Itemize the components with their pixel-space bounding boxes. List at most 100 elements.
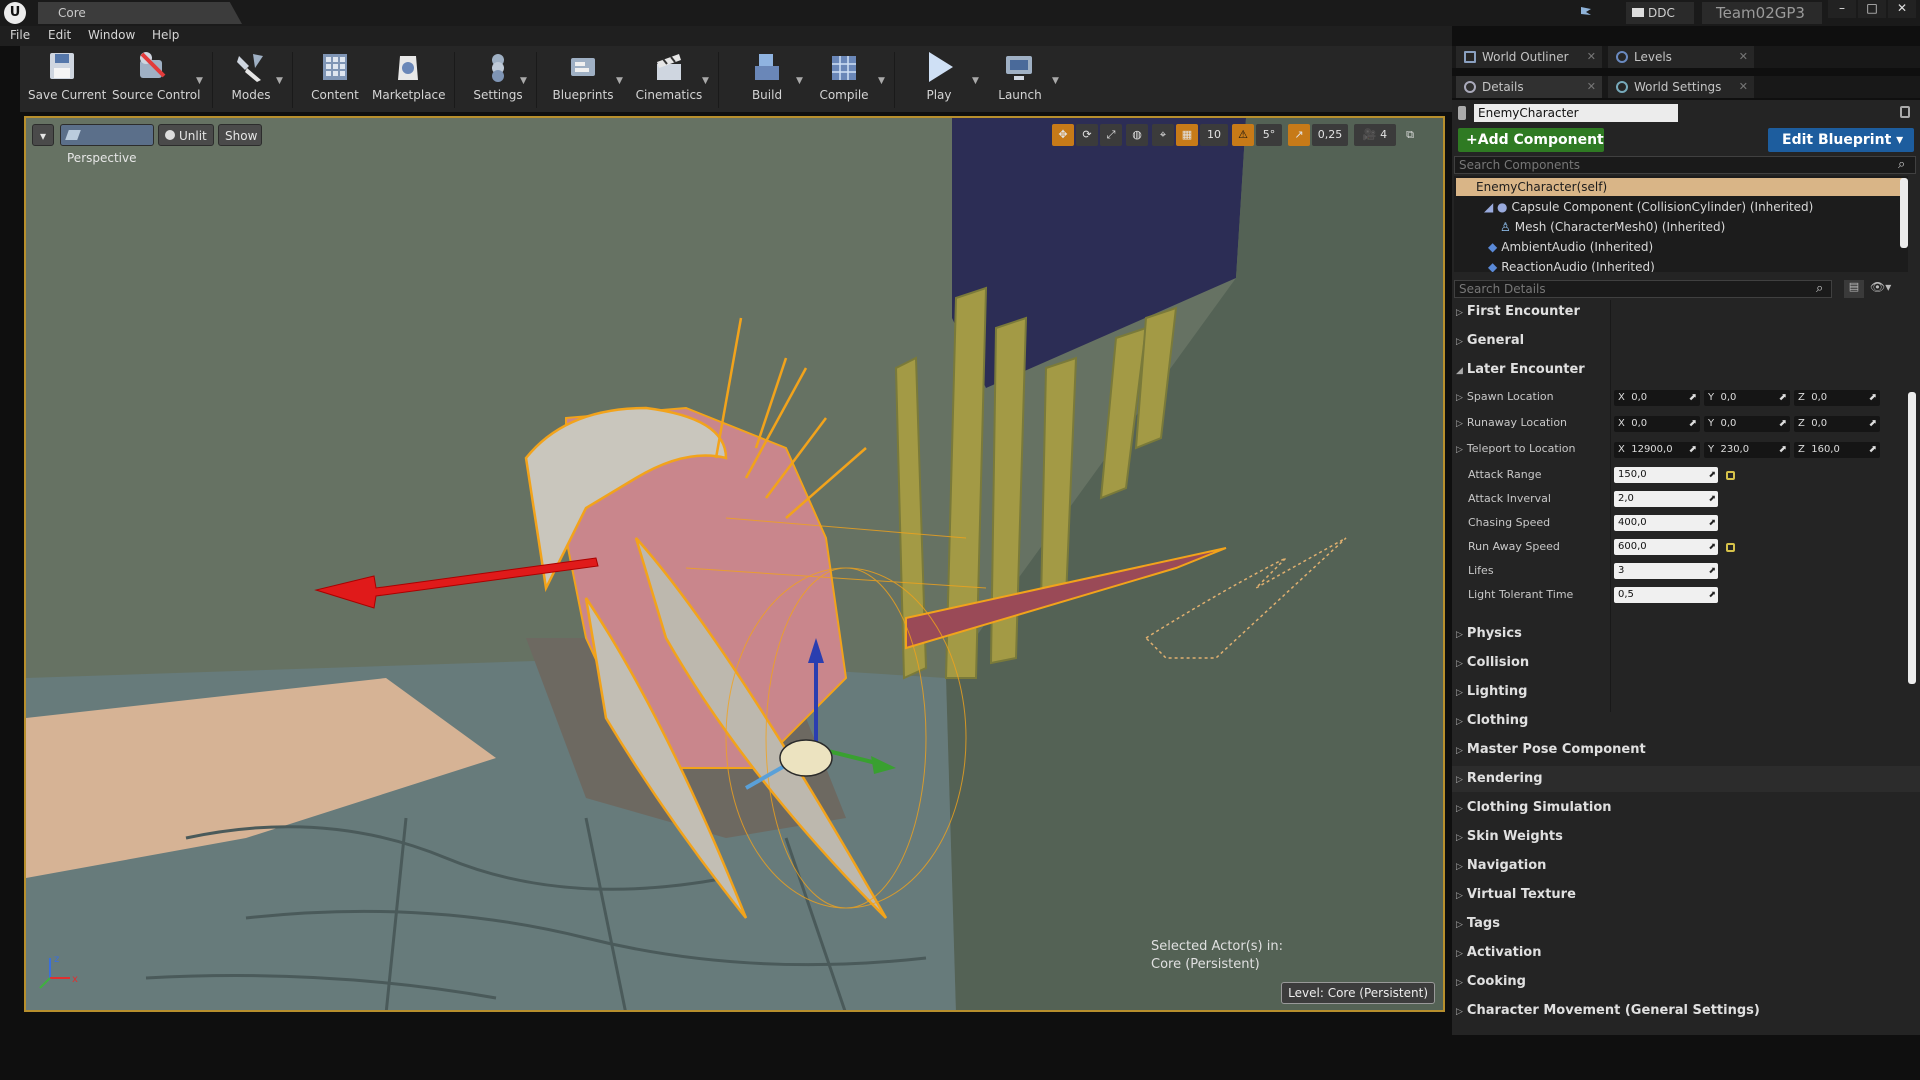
build-dropdown[interactable]: ▼: [796, 76, 803, 86]
play-button[interactable]: Play: [914, 50, 964, 110]
run-away-speed-field[interactable]: 600,0 ⬈: [1614, 539, 1718, 555]
grid-snap-value[interactable]: 10: [1200, 124, 1228, 146]
category-first-encounter[interactable]: ▷ First Encounter: [1456, 301, 1580, 323]
blueprints-button[interactable]: Blueprints: [550, 50, 616, 110]
category-cooking[interactable]: ▷ Cooking: [1456, 971, 1526, 993]
chasing-speed-field[interactable]: 400,0 ⬈: [1614, 515, 1718, 531]
play-dropdown[interactable]: ▼: [972, 76, 979, 86]
teleport-z-field[interactable]: Z 160,0 ⬈: [1794, 442, 1880, 458]
edit-blueprint-button[interactable]: Edit Blueprint ▾: [1768, 128, 1914, 152]
runaway-x-field[interactable]: X 0,0 ⬈: [1614, 416, 1700, 432]
save-current-button[interactable]: Save Current: [28, 50, 106, 110]
menu-window[interactable]: Window: [88, 28, 135, 42]
category-physics[interactable]: ▷ Physics: [1456, 623, 1522, 645]
category-virtual-texture[interactable]: ▷ Virtual Texture: [1456, 884, 1576, 906]
tab-world-outliner[interactable]: World Outliner ✕: [1456, 46, 1602, 68]
category-general[interactable]: ▷ General: [1456, 330, 1524, 352]
rotation-snap-icon[interactable]: ⚠: [1232, 124, 1254, 146]
cinematics-button[interactable]: Cinematics: [632, 50, 706, 110]
scale-snap-icon[interactable]: ↗: [1288, 124, 1310, 146]
scale-snap-value[interactable]: 0,25: [1312, 124, 1348, 146]
spawn-x-field[interactable]: X 0,0 ⬈: [1614, 390, 1700, 406]
details-scrollbar[interactable]: [1908, 392, 1916, 684]
search-components-input[interactable]: Search Components: [1454, 156, 1916, 174]
close-window-button[interactable]: ✕: [1888, 0, 1916, 18]
lock-icon[interactable]: [1900, 106, 1910, 118]
level-document-tab[interactable]: Core: [38, 2, 242, 24]
view-mode-unlit-button[interactable]: Unlit: [158, 124, 214, 146]
lifes-field[interactable]: 3 ⬈: [1614, 563, 1718, 579]
content-button[interactable]: Content: [310, 50, 360, 110]
notification-flag-icon[interactable]: [1578, 5, 1594, 21]
modes-button[interactable]: Modes: [226, 50, 276, 110]
component-scrollbar[interactable]: [1900, 178, 1908, 248]
close-tab-icon[interactable]: ✕: [1587, 76, 1596, 98]
tab-levels[interactable]: Levels ✕: [1608, 46, 1754, 68]
attack-range-field[interactable]: 150,0 ⬈: [1614, 467, 1718, 483]
close-tab-icon[interactable]: ✕: [1739, 46, 1748, 68]
property-matrix-icon[interactable]: ▤: [1844, 280, 1864, 298]
spawn-z-field[interactable]: Z 0,0 ⬈: [1794, 390, 1880, 406]
reset-to-default-icon[interactable]: [1726, 543, 1735, 552]
category-master-pose-component[interactable]: ▷ Master Pose Component: [1456, 739, 1646, 761]
grid-snap-icon[interactable]: ▦: [1176, 124, 1198, 146]
component-row[interactable]: ◆ AmbientAudio (Inherited): [1488, 238, 1653, 256]
spawn-y-field[interactable]: Y 0,0 ⬈: [1704, 390, 1790, 406]
expand-arrow-icon[interactable]: ▷: [1456, 393, 1463, 403]
modes-dropdown[interactable]: ▼: [276, 76, 283, 86]
cinematics-dropdown[interactable]: ▼: [702, 76, 709, 86]
rotate-mode-icon[interactable]: ⟳: [1076, 124, 1098, 146]
build-button[interactable]: Build: [742, 50, 792, 110]
settings-button[interactable]: Settings: [468, 50, 528, 110]
launch-dropdown[interactable]: ▼: [1052, 76, 1059, 86]
expand-arrow-icon[interactable]: ▷: [1456, 445, 1463, 455]
expand-arrow-icon[interactable]: ▷: [1456, 419, 1463, 429]
component-row[interactable]: ♙ Mesh (CharacterMesh0) (Inherited): [1500, 218, 1725, 236]
view-options-eye-icon[interactable]: 👁▾: [1870, 280, 1902, 298]
ddc-indicator[interactable]: DDC: [1626, 2, 1694, 24]
component-row[interactable]: ◢ ● Capsule Component (CollisionCylinder)…: [1484, 198, 1813, 216]
category-skin-weights[interactable]: ▷ Skin Weights: [1456, 826, 1563, 848]
close-tab-icon[interactable]: ✕: [1587, 46, 1596, 68]
compile-button[interactable]: Compile: [816, 50, 872, 110]
translate-mode-icon[interactable]: ✥: [1052, 124, 1074, 146]
category-lighting[interactable]: ▷ Lighting: [1456, 681, 1527, 703]
tab-world-settings[interactable]: World Settings ✕: [1608, 76, 1754, 98]
runaway-z-field[interactable]: Z 0,0 ⬈: [1794, 416, 1880, 432]
component-row[interactable]: ◆ ReactionAudio (Inherited): [1488, 258, 1655, 272]
actor-name-field[interactable]: EnemyCharacter: [1474, 104, 1678, 122]
source-control-dropdown[interactable]: ▼: [196, 76, 203, 86]
surface-snap-icon[interactable]: ⌖: [1152, 124, 1174, 146]
category-navigation[interactable]: ▷ Navigation: [1456, 855, 1546, 877]
maximize-viewport-icon[interactable]: ⧉: [1402, 124, 1418, 146]
category-tags[interactable]: ▷ Tags: [1456, 913, 1500, 935]
viewport-scene[interactable]: z x: [26, 118, 1445, 1012]
launch-button[interactable]: Launch: [992, 50, 1048, 110]
show-flags-button[interactable]: Show: [218, 124, 262, 146]
category-clothing-simulation[interactable]: ▷ Clothing Simulation: [1456, 797, 1612, 819]
tab-details[interactable]: Details ✕: [1456, 76, 1602, 98]
teleport-y-field[interactable]: Y 230,0 ⬈: [1704, 442, 1790, 458]
viewport-options-button[interactable]: ▾: [32, 124, 54, 146]
search-details-input[interactable]: Search Details: [1454, 280, 1832, 298]
menu-file[interactable]: File: [10, 28, 30, 42]
category-character-movement[interactable]: ▷ Character Movement (General Settings): [1456, 1000, 1760, 1022]
blueprints-dropdown[interactable]: ▼: [616, 76, 623, 86]
world-local-icon[interactable]: ◍: [1126, 124, 1148, 146]
compile-dropdown[interactable]: ▼: [878, 76, 885, 86]
close-tab-icon[interactable]: ✕: [1739, 76, 1748, 98]
category-rendering[interactable]: ▷ Rendering: [1456, 768, 1543, 790]
settings-dropdown[interactable]: ▼: [520, 76, 527, 86]
menu-edit[interactable]: Edit: [48, 28, 71, 42]
teleport-x-field[interactable]: X 12900,0 ⬈: [1614, 442, 1700, 458]
runaway-y-field[interactable]: Y 0,0 ⬈: [1704, 416, 1790, 432]
camera-speed-button[interactable]: 🎥 4: [1354, 124, 1396, 146]
attack-interval-field[interactable]: 2,0 ⬈: [1614, 491, 1718, 507]
category-activation[interactable]: ▷ Activation: [1456, 942, 1541, 964]
light-tolerant-time-field[interactable]: 0,5 ⬈: [1614, 587, 1718, 603]
menu-help[interactable]: Help: [152, 28, 179, 42]
marketplace-button[interactable]: Marketplace: [372, 50, 446, 110]
source-control-button[interactable]: Source Control: [112, 50, 200, 110]
rotation-snap-value[interactable]: 5°: [1256, 124, 1282, 146]
category-later-encounter[interactable]: ◢ Later Encounter: [1456, 359, 1585, 381]
